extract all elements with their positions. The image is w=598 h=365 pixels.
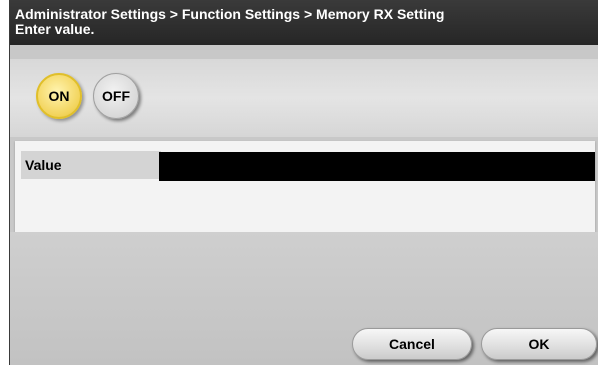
off-button[interactable]: OFF <box>93 73 139 119</box>
header-bar: Administrator Settings > Function Settin… <box>10 0 598 45</box>
on-button[interactable]: ON <box>36 73 82 119</box>
value-input[interactable] <box>159 152 595 181</box>
value-label: Value <box>21 151 161 179</box>
value-panel: Value <box>15 141 595 232</box>
ok-button[interactable]: OK <box>481 328 597 360</box>
instruction-text: Enter value. <box>15 21 95 37</box>
breadcrumb: Administrator Settings > Function Settin… <box>15 6 445 22</box>
cancel-button[interactable]: Cancel <box>352 328 472 360</box>
